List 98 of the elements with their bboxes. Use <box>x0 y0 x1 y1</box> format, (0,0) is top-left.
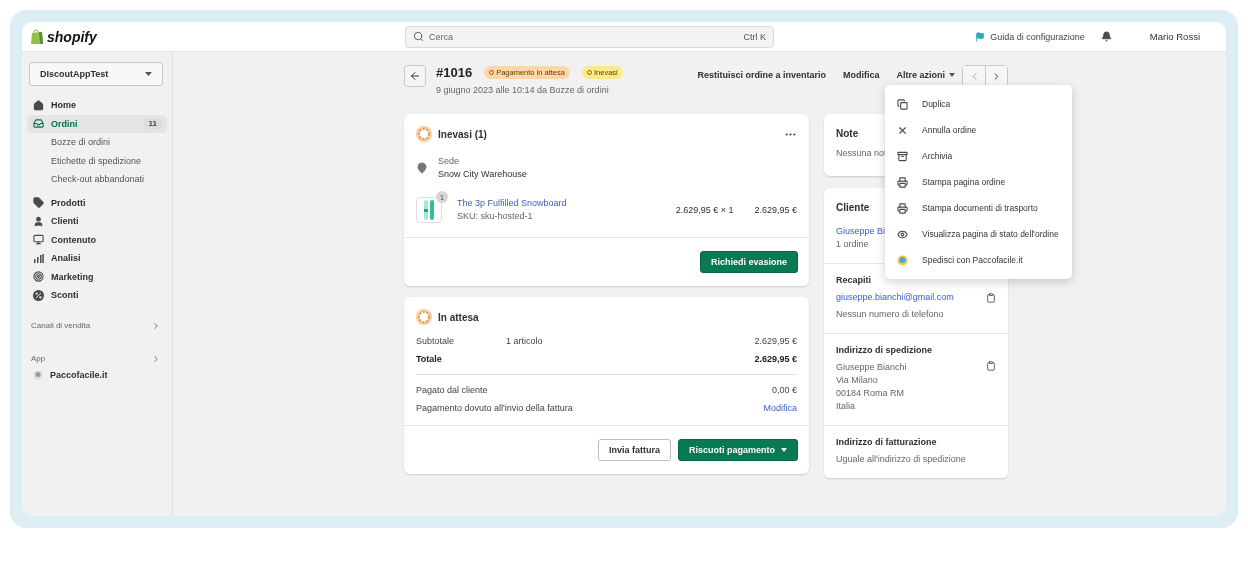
menu-item[interactable]: Stampa pagina ordine <box>885 169 1072 195</box>
customer-link[interactable]: Giuseppe Bi <box>836 226 886 236</box>
caret-icon <box>781 448 787 452</box>
location-pin-icon <box>416 162 428 174</box>
user-name[interactable]: Mario Rossi <box>1149 31 1200 42</box>
payment-label: Totale <box>416 354 442 364</box>
payment-detail: 1 articolo <box>506 336 543 346</box>
action-button[interactable]: Restituisci ordine a inventario <box>697 70 826 80</box>
card-title: Cliente <box>836 202 870 213</box>
order-number: #1016 <box>436 65 473 80</box>
payment-amount: 2.629,95 € <box>754 336 797 346</box>
product-link[interactable]: The 3p Fulfilled Snowboard <box>457 198 567 208</box>
flag-icon <box>975 31 986 42</box>
card-title: Inevasi (1) <box>438 128 487 140</box>
sidebar-item[interactable]: Prodotti <box>27 193 167 212</box>
printer-icon <box>897 176 908 188</box>
shopping-bag-logo-icon <box>30 28 44 45</box>
line-total: 2.629,95 € <box>754 203 797 217</box>
location-name: Snow City Warehouse <box>438 168 527 181</box>
email-link[interactable]: giuseppe.bianchi@gmail.com <box>836 291 954 304</box>
eye-icon <box>897 228 908 240</box>
order-date: 9 giugno 2023 alle 10:14 da Bozze di ordini <box>436 85 610 95</box>
logo-text: shopify <box>47 28 97 45</box>
payment-amount: 0,00 € <box>771 385 797 395</box>
search-placeholder: Cerca <box>429 31 453 42</box>
menu-item[interactable]: Visualizza pagina di stato dell'ordine <box>885 221 1072 247</box>
address-line: Giuseppe Bianchi <box>836 361 907 374</box>
inbox-icon <box>33 118 44 130</box>
setup-guide-link[interactable]: Guida di configurazione <box>975 31 1085 42</box>
status-icon <box>416 309 432 325</box>
sidebar-item[interactable]: Paccofacile.it <box>27 365 167 384</box>
monitor-icon <box>33 234 44 246</box>
copy-icon[interactable] <box>986 292 996 303</box>
sidebar-item[interactable]: Contenuto <box>27 230 167 249</box>
payment-amount: 2.629,95 € <box>754 354 797 364</box>
close-icon <box>897 124 908 136</box>
home-icon <box>33 99 44 111</box>
sidebar-subitem[interactable]: Bozze di ordini <box>27 133 167 152</box>
target-icon <box>33 271 44 283</box>
phone-text: Nessun numero di telefono <box>836 308 945 321</box>
bell-icon[interactable] <box>1100 31 1112 42</box>
menu-item[interactable]: Stampa documenti di trasporto <box>885 195 1072 221</box>
caret-icon <box>145 72 152 76</box>
printer-icon <box>897 202 908 214</box>
caret-icon <box>949 73 955 77</box>
tag-icon <box>33 197 44 209</box>
collect-payment-button[interactable]: Riscuoti pagamento <box>678 439 798 461</box>
duplicate-icon <box>897 98 908 110</box>
discount-icon <box>33 289 44 301</box>
sidebar-subitem[interactable]: Etichette di spedizione <box>27 151 167 170</box>
edit-link[interactable]: Modifica <box>763 401 797 415</box>
menu-item[interactable]: Archivia <box>885 143 1072 169</box>
keyboard-shortcut: Ctrl K <box>743 31 766 42</box>
sidebar-item[interactable]: Sconti <box>27 286 167 305</box>
person-icon <box>33 215 44 227</box>
sidebar-item[interactable]: Ordini 11 <box>27 114 167 133</box>
request-fulfillment-button[interactable]: Richiedi evasione <box>699 251 798 273</box>
store-selector[interactable]: DIscoutAppTest <box>29 62 163 86</box>
sidebar-item[interactable]: Clienti <box>27 212 167 231</box>
address-line: Italia <box>836 400 856 413</box>
location-label: Sede <box>438 155 461 168</box>
menu-item[interactable]: Spedisci con Paccofacile.it <box>885 247 1072 273</box>
chevron-right-icon <box>151 353 161 364</box>
billing-text: Uguale all'indirizzo di spedizione <box>836 453 967 466</box>
count-badge: 11 <box>143 118 162 130</box>
send-invoice-button[interactable]: Invia fattura <box>597 439 671 461</box>
payment-label: Pagato dal cliente <box>416 385 488 395</box>
product-sku: SKU: sku-hosted-1 <box>457 210 534 223</box>
section-title: Indirizzo di fatturazione <box>836 437 938 447</box>
sidebar-item[interactable]: Home <box>27 96 167 115</box>
search-icon <box>413 31 424 42</box>
more-actions-button[interactable]: Altre azioni <box>896 70 955 80</box>
section-title: Indirizzo di spedizione <box>836 345 933 355</box>
search-field[interactable]: Cerca Ctrl K <box>405 25 774 48</box>
action-button[interactable]: Modifica <box>842 70 880 80</box>
sales-channels-section[interactable]: Canali di vendita <box>27 318 167 333</box>
card-title: In attesa <box>438 311 479 323</box>
chevron-right-icon <box>151 320 161 331</box>
status-icon <box>416 126 432 142</box>
address-line: 00184 Roma RM <box>836 387 906 400</box>
copy-icon[interactable] <box>986 361 996 371</box>
apps-section[interactable]: App <box>27 351 167 366</box>
back-arrow-icon <box>409 70 421 82</box>
payment-label: Subtotale <box>416 336 455 346</box>
bar-chart-icon <box>33 252 44 264</box>
sidebar-subitem[interactable]: Check-out abbandonati <box>27 170 167 189</box>
archive-icon <box>897 150 908 162</box>
menu-item[interactable]: Annulla ordine <box>885 117 1072 143</box>
section-title: Recapiti <box>836 275 872 285</box>
card-title: Note <box>836 128 859 139</box>
back-button[interactable] <box>404 65 426 87</box>
order-count: 1 ordine <box>836 238 870 251</box>
payment-label: Pagamento dovuto all'invio della fattura <box>416 403 573 413</box>
sidebar-item[interactable]: Analisi <box>27 249 167 268</box>
menu-item[interactable]: Duplica <box>885 91 1072 117</box>
address-line: Via Milano <box>836 374 879 387</box>
unit-price: 2.629,95 € × 1 <box>675 203 734 217</box>
sidebar-item[interactable]: Marketing <box>27 267 167 286</box>
